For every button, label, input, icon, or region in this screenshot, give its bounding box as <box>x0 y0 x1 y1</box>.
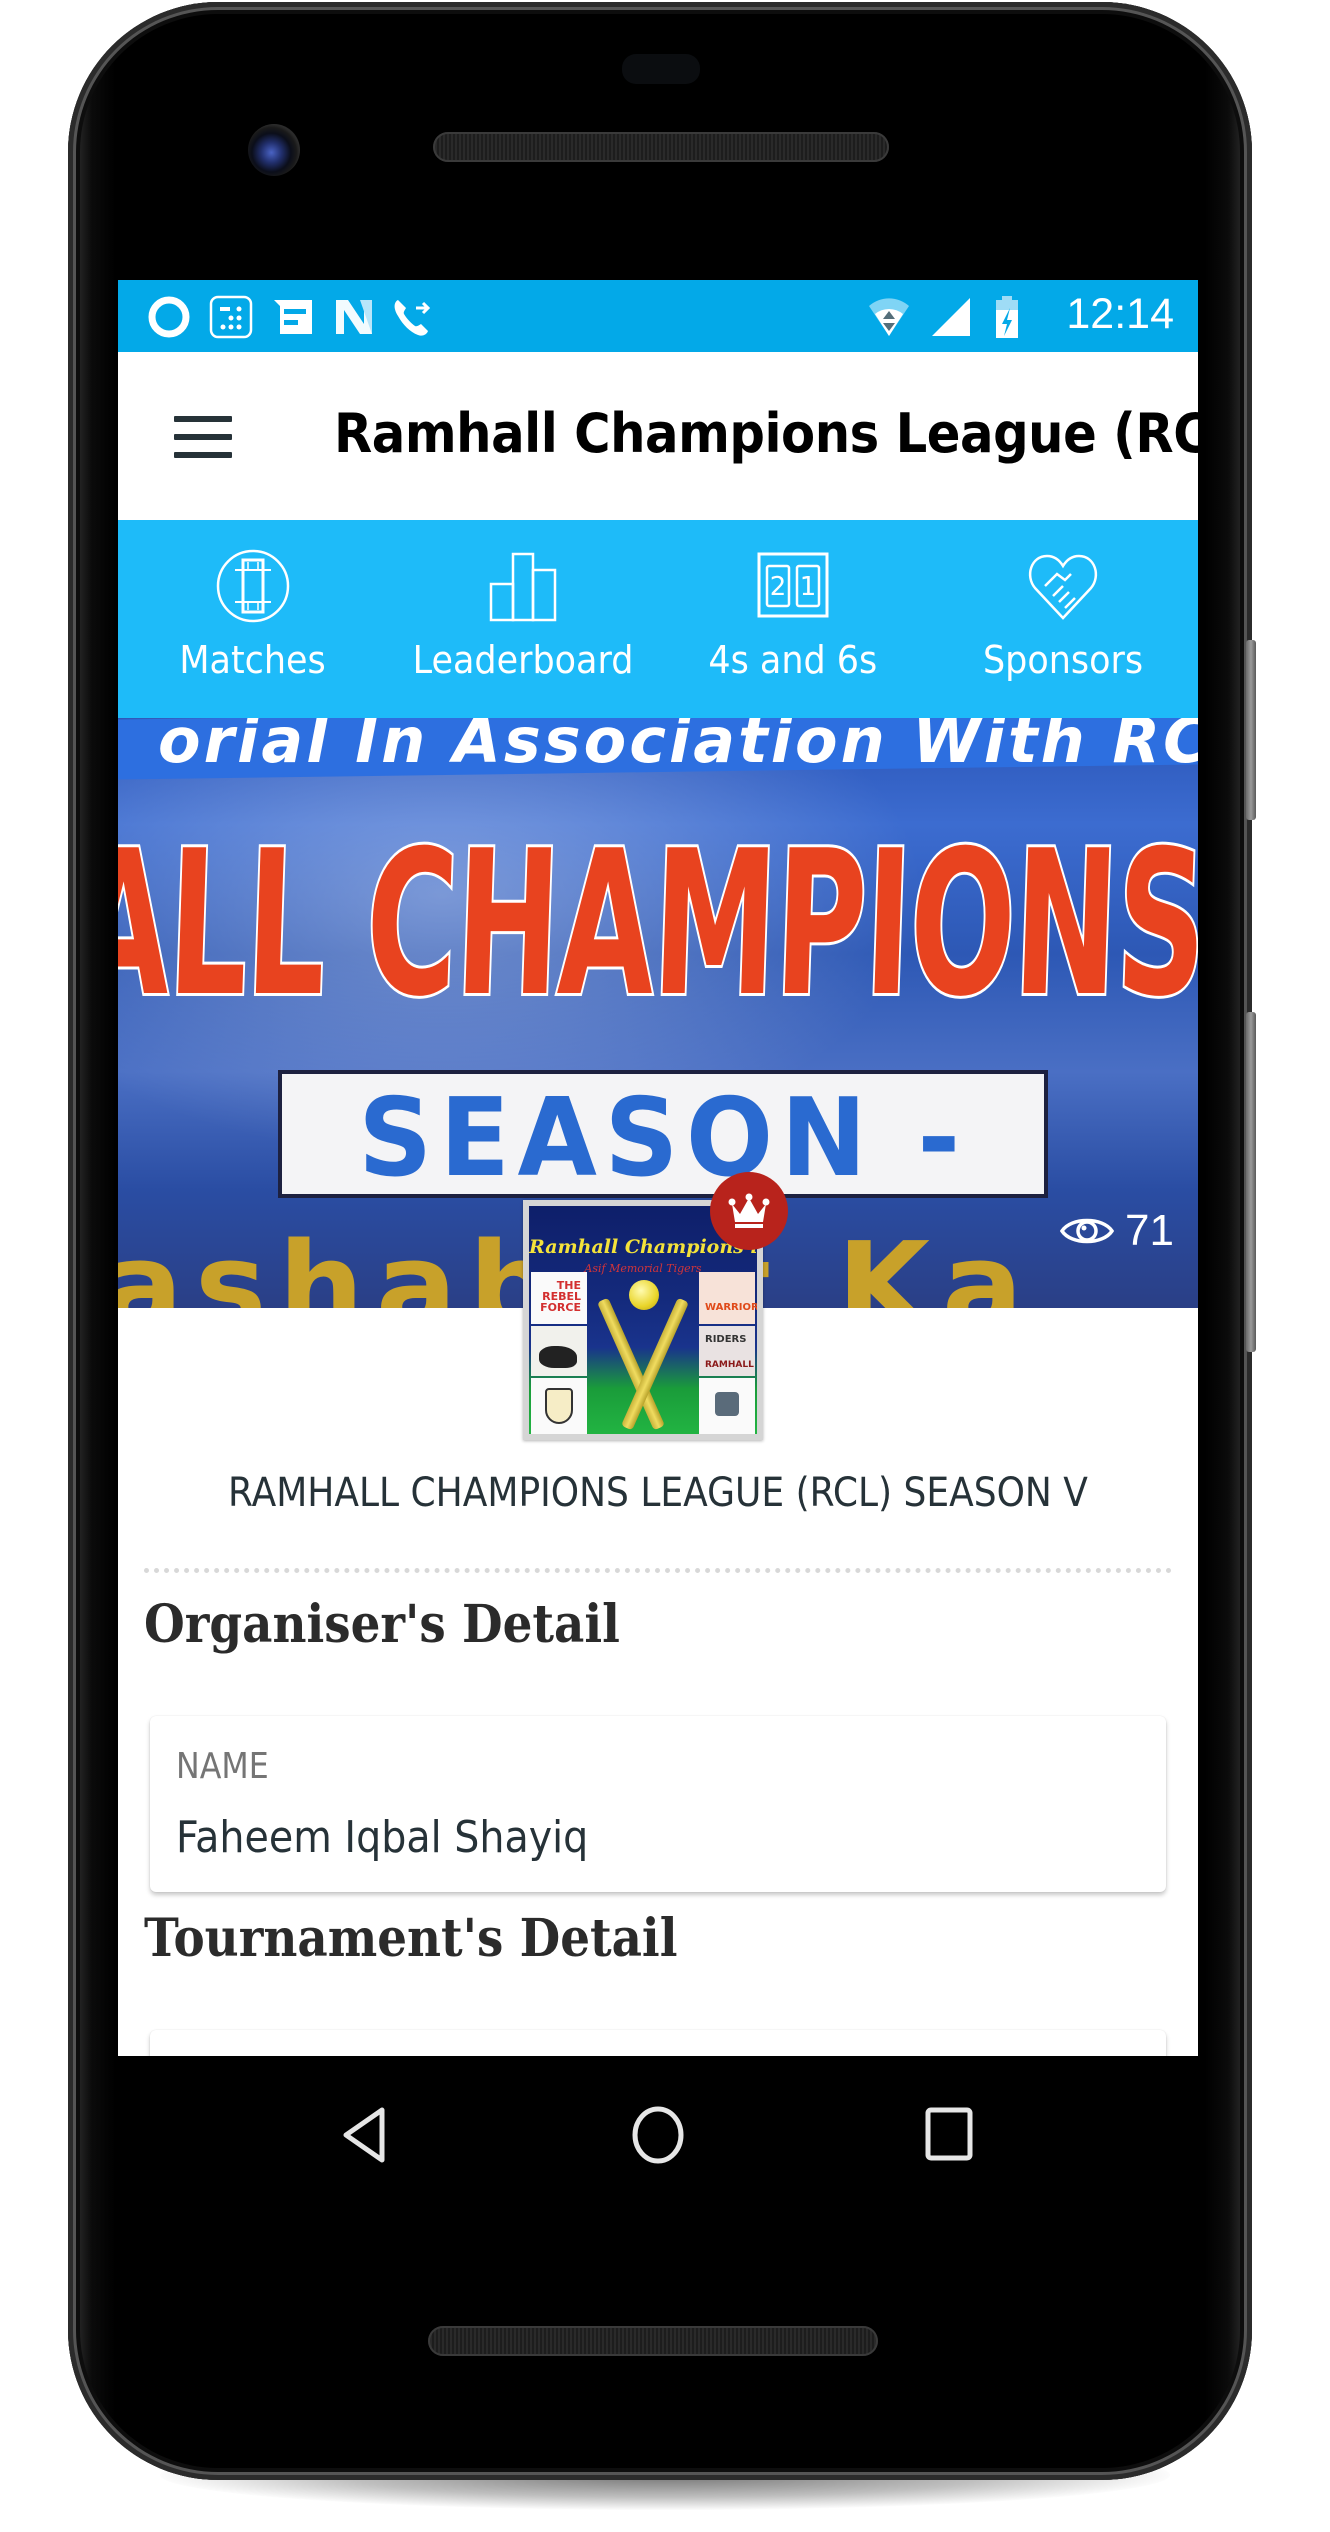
wifi-icon <box>869 298 909 336</box>
home-button[interactable] <box>623 2100 693 2170</box>
tab-matches[interactable]: Matches <box>118 520 388 718</box>
team-logo-tile <box>531 1378 587 1434</box>
tab-label: 4s and 6s <box>708 638 878 682</box>
logo-image: Ramhall Champions league Asif Memorial T… <box>529 1206 757 1434</box>
battery-charging-icon <box>996 296 1018 338</box>
organiser-name-card: NAME Faheem Iqbal Shayiq <box>150 1716 1166 1892</box>
status-bar: 12:14 <box>118 280 1198 352</box>
home-icon <box>632 2106 684 2164</box>
cricket-pitch-icon <box>216 549 290 623</box>
divider <box>144 1568 1172 1573</box>
logo-title: Ramhall Champions league <box>529 1236 757 1258</box>
call-forward-icon <box>394 300 431 336</box>
svg-text:2: 2 <box>770 572 787 602</box>
earpiece-speaker <box>433 132 889 162</box>
banner-season-box: SEASON - V <box>278 1070 1048 1308</box>
messages-icon <box>274 300 312 334</box>
tab-bar: Matches Leaderboard 2 1 4s and 6s Sponso… <box>118 520 1198 718</box>
circle-app-icon <box>148 296 190 338</box>
banner-top-text: orial In Association With RCL <box>158 718 1198 777</box>
tab-leaderboard[interactable]: Leaderboard <box>388 520 658 718</box>
hamburger-menu-icon[interactable] <box>174 416 232 458</box>
bar-podium-icon <box>489 552 557 622</box>
team-logo-tile <box>699 1378 755 1434</box>
view-count-value: 71 <box>1125 1206 1174 1255</box>
trophy-ball <box>629 1280 659 1310</box>
tournament-title: RAMHALL CHAMPIONS LEAGUE (RCL) SEASON V <box>228 1470 1088 1516</box>
team-logo-tile <box>531 1326 587 1376</box>
field-value: Faheem Iqbal Shayiq <box>176 1812 589 1863</box>
tab-label: Sponsors <box>982 638 1144 682</box>
front-camera <box>248 124 300 176</box>
recents-button[interactable] <box>914 2100 984 2170</box>
tournament-detail-heading: Tournament's Detail <box>144 1908 678 1969</box>
tab-label: Leaderboard <box>412 638 634 682</box>
tab-label: Matches <box>179 638 327 682</box>
n-logo-icon <box>336 300 372 334</box>
app-header: Ramhall Champions League (RCL) <box>118 352 1198 520</box>
team-logo-tile: THE REBEL FORCE <box>531 1272 587 1324</box>
eye-icon <box>1059 1218 1115 1244</box>
organiser-heading: Organiser's Detail <box>144 1594 620 1655</box>
back-button[interactable] <box>332 2100 402 2170</box>
recents-icon <box>925 2107 973 2161</box>
view-count: 71 <box>1059 1206 1174 1256</box>
clock: 12:14 <box>1066 290 1174 338</box>
handshake-heart-icon <box>1028 554 1098 620</box>
svg-text:1: 1 <box>800 572 817 602</box>
tournament-detail-card <box>150 2030 1166 2056</box>
signal-icon <box>932 298 970 336</box>
proximity-sensor <box>622 54 700 84</box>
screen: 12:14 Ramhall Champions League (RCL) Mat… <box>118 280 1198 2056</box>
power-button <box>1246 640 1256 820</box>
bottom-speaker <box>428 2326 878 2356</box>
banner-main-text: ALL CHAMPIONS L <box>118 806 1198 1044</box>
navigation-bar <box>118 2056 1198 2196</box>
page-title: Ramhall Champions League (RCL) <box>334 402 1198 465</box>
back-icon <box>343 2107 385 2163</box>
scoreboard-icon: 2 1 <box>757 552 829 618</box>
volume-button <box>1246 1012 1256 1352</box>
crown-icon <box>728 1193 770 1228</box>
tab-4s-and-6s[interactable]: 2 1 4s and 6s <box>658 520 928 718</box>
team-logo-tile: WARRIORS <box>699 1272 757 1324</box>
tab-sponsors[interactable]: Sponsors <box>928 520 1198 718</box>
dialpad-icon <box>209 295 253 339</box>
team-logo-tile: RIDERS RAMHALL <box>699 1326 755 1376</box>
field-label: NAME <box>176 1746 269 1787</box>
premium-badge <box>713 1175 785 1247</box>
